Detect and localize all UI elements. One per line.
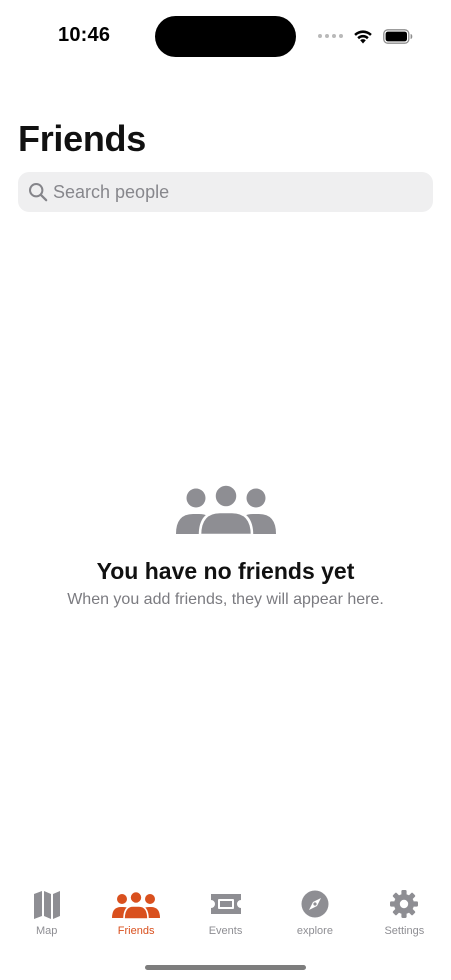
tab-friends[interactable]: Friends (91, 888, 180, 948)
empty-state-title: You have no friends yet (96, 558, 355, 584)
magnifying-glass-icon (29, 183, 48, 202)
tab-label-map: Map (36, 925, 58, 937)
people-group-icon (175, 484, 276, 536)
search-input[interactable] (53, 181, 413, 203)
status-time: 10:46 (58, 24, 111, 46)
empty-state-subtitle: When you add friends, they will appear h… (67, 591, 384, 608)
tab-bar: Map Friends Events explore Settings (0, 888, 451, 948)
gear-icon (390, 890, 419, 918)
status-bar: 10:46 (0, 0, 451, 60)
battery-icon (383, 28, 413, 44)
people-group-icon (112, 890, 161, 920)
empty-state: You have no friends yet When you add fri… (0, 484, 451, 609)
dynamic-island (155, 16, 296, 57)
tab-label-settings: Settings (384, 925, 425, 937)
home-indicator[interactable] (145, 965, 306, 970)
tab-explore[interactable]: explore (270, 888, 359, 948)
compass-icon (301, 890, 329, 918)
wifi-icon (354, 29, 372, 43)
tab-events[interactable]: Events (181, 888, 270, 948)
map-icon (33, 891, 60, 919)
tab-settings[interactable]: Settings (360, 888, 449, 948)
status-indicators (318, 28, 413, 44)
tab-label-explore: explore (296, 925, 333, 937)
tab-map[interactable]: Map (2, 888, 91, 948)
cellular-signal-icon (318, 34, 343, 38)
ticket-icon (210, 894, 241, 914)
page-title: Friends (18, 118, 146, 159)
tab-label-events: Events (208, 925, 243, 937)
search-bar[interactable] (18, 172, 433, 212)
tab-label-friends: Friends (117, 925, 155, 937)
